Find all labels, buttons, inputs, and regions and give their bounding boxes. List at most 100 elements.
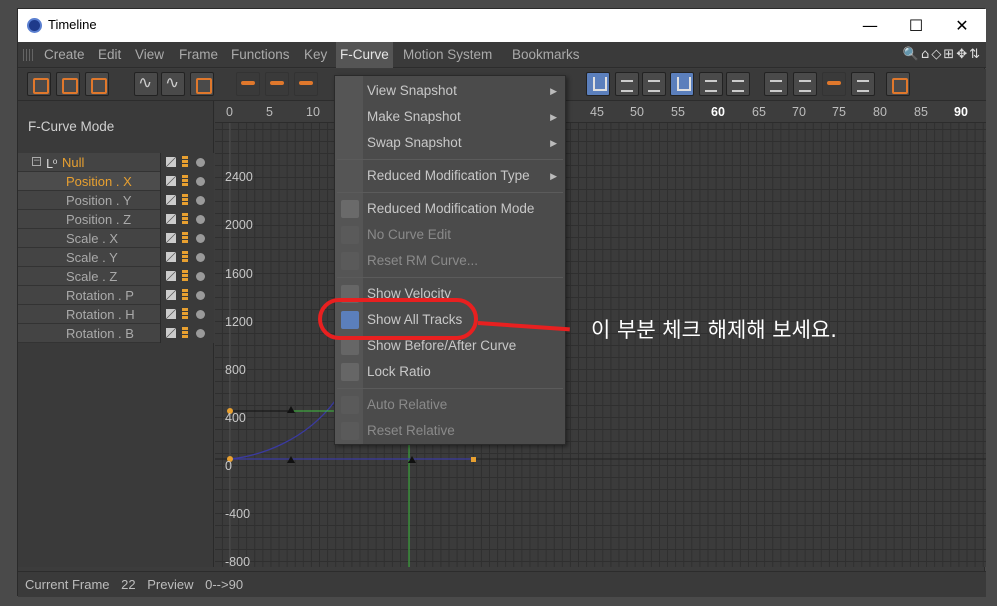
menu-item-label: Auto Relative: [367, 397, 448, 412]
menu-item-view-snapshot[interactable]: View Snapshot ▶: [335, 78, 565, 104]
add-key-icon-3[interactable]: [294, 72, 318, 96]
curve-toggle-icon[interactable]: [166, 309, 176, 319]
maximize-button[interactable]: ☐: [893, 9, 939, 42]
keys-icon[interactable]: [182, 289, 188, 301]
menu-item-reset-relative[interactable]: Reset Relative: [335, 418, 565, 444]
menu-item-reduced-modification-type[interactable]: Reduced Modification Type ▶: [335, 163, 565, 189]
navigation-icons[interactable]: 🔍⌂◇⊞✥⇅: [903, 47, 982, 63]
track-position-x[interactable]: Position . X: [18, 172, 214, 191]
curve-toggle-icon[interactable]: [166, 290, 176, 300]
solo-dot-icon[interactable]: [196, 234, 205, 243]
curve-toggle-icon[interactable]: [166, 328, 176, 338]
lock-icon-2[interactable]: [793, 72, 817, 96]
solo-dot-icon[interactable]: [196, 158, 205, 167]
curve-toggle-icon[interactable]: [166, 252, 176, 262]
fcurve-mode-button[interactable]: [56, 72, 80, 96]
current-frame-label: Current Frame: [25, 577, 110, 592]
solo-dot-icon[interactable]: [196, 177, 205, 186]
track-position-y[interactable]: Position . Y: [18, 191, 214, 210]
menu-create[interactable]: Create: [40, 42, 89, 68]
curve-toggle-icon[interactable]: [166, 233, 176, 243]
keys-icon[interactable]: [182, 156, 188, 168]
menu-item-label: View Snapshot: [367, 83, 457, 98]
menu-item-label: Reduced Modification Type: [367, 168, 530, 183]
solo-dot-icon[interactable]: [196, 310, 205, 319]
menu-frame[interactable]: Frame: [175, 42, 222, 68]
track-label: Scale . Z: [66, 269, 118, 284]
current-frame-value: 22: [121, 577, 136, 592]
solo-dot-icon[interactable]: [196, 253, 205, 262]
region-icon[interactable]: [190, 72, 214, 96]
track-label: Position . Y: [66, 193, 132, 208]
add-key-icon-1[interactable]: [236, 72, 260, 96]
keys-icon[interactable]: [182, 327, 188, 339]
tangent-icon-3[interactable]: [642, 72, 666, 96]
menu-item-make-snapshot[interactable]: Make Snapshot ▶: [335, 104, 565, 130]
wave-icon-1[interactable]: [134, 72, 158, 96]
curve-toggle-icon[interactable]: [166, 214, 176, 224]
track-scale-y[interactable]: Scale . Y: [18, 248, 214, 267]
solo-dot-icon[interactable]: [196, 329, 205, 338]
curve-toggle-icon[interactable]: [166, 176, 176, 186]
wave-icon-2[interactable]: [161, 72, 185, 96]
keys-icon[interactable]: [182, 194, 188, 206]
solo-dot-icon[interactable]: [196, 196, 205, 205]
lock-ratio-icon: [341, 363, 359, 381]
collapse-icon[interactable]: −: [32, 157, 41, 166]
keys-icon[interactable]: [182, 251, 188, 263]
curve-toggle-icon[interactable]: [166, 271, 176, 281]
solo-dot-icon[interactable]: [196, 291, 205, 300]
keys-icon[interactable]: [182, 175, 188, 187]
track-rotation-h[interactable]: Rotation . H: [18, 305, 214, 324]
solo-dot-icon[interactable]: [196, 215, 205, 224]
track-rotation-p[interactable]: Rotation . P: [18, 286, 214, 305]
tangent-icon-5[interactable]: [699, 72, 723, 96]
menu-f-curve[interactable]: F-Curve: [336, 42, 393, 68]
tangent-icon-6[interactable]: [726, 72, 750, 96]
break-tangent-icon[interactable]: [886, 72, 910, 96]
track-position-z[interactable]: Position . Z: [18, 210, 214, 229]
menu-item-no-curve-edit[interactable]: No Curve Edit: [335, 222, 565, 248]
curve-toggle-icon[interactable]: [166, 195, 176, 205]
menu-item-lock-ratio[interactable]: Lock Ratio: [335, 359, 565, 385]
y-axis-label: 1600: [225, 267, 253, 281]
lock-icon-3[interactable]: [822, 72, 846, 96]
keys-icon[interactable]: [182, 308, 188, 320]
auto-relative-icon: [341, 396, 359, 414]
menu-grip-icon[interactable]: [23, 49, 35, 61]
preview-label: Preview: [147, 577, 194, 592]
lock-icon-1[interactable]: [764, 72, 788, 96]
tangent-icon-2[interactable]: [615, 72, 639, 96]
track-controls: [160, 267, 214, 286]
curve-toggle-icon[interactable]: [166, 157, 176, 167]
track-list: − L⁰ Null Position . X Position . Y Posi…: [18, 153, 214, 343]
menu-edit[interactable]: Edit: [94, 42, 125, 68]
add-key-icon-2[interactable]: [265, 72, 289, 96]
y-axis-label: 2400: [225, 170, 253, 184]
keys-icon[interactable]: [182, 270, 188, 282]
menu-item-reset-rm-curve[interactable]: Reset RM Curve...: [335, 248, 565, 274]
menu-bookmarks[interactable]: Bookmarks: [508, 42, 584, 68]
tangent-icon-4[interactable]: [670, 72, 694, 96]
menu-functions[interactable]: Functions: [227, 42, 294, 68]
solo-dot-icon[interactable]: [196, 272, 205, 281]
lock-icon-4[interactable]: [851, 72, 875, 96]
track-scale-z[interactable]: Scale . Z: [18, 267, 214, 286]
rm-mode-icon: [341, 200, 359, 218]
menu-item-auto-relative[interactable]: Auto Relative: [335, 392, 565, 418]
track-scale-x[interactable]: Scale . X: [18, 229, 214, 248]
dopesheet-mode-button[interactable]: [85, 72, 109, 96]
tangent-icon-1[interactable]: [586, 72, 610, 96]
menu-view[interactable]: View: [131, 42, 168, 68]
track-rotation-b[interactable]: Rotation . B: [18, 324, 214, 343]
menu-item-reduced-modification-mode[interactable]: Reduced Modification Mode: [335, 196, 565, 222]
keys-icon[interactable]: [182, 213, 188, 225]
minimize-button[interactable]: —: [847, 9, 893, 42]
keys-icon[interactable]: [182, 232, 188, 244]
menu-motion-system[interactable]: Motion System: [399, 42, 496, 68]
menu-item-swap-snapshot[interactable]: Swap Snapshot ▶: [335, 130, 565, 156]
track-null[interactable]: − L⁰ Null: [18, 153, 214, 172]
key-mode-button[interactable]: [27, 72, 51, 96]
menu-key[interactable]: Key: [300, 42, 331, 68]
close-button[interactable]: ✕: [939, 9, 985, 42]
